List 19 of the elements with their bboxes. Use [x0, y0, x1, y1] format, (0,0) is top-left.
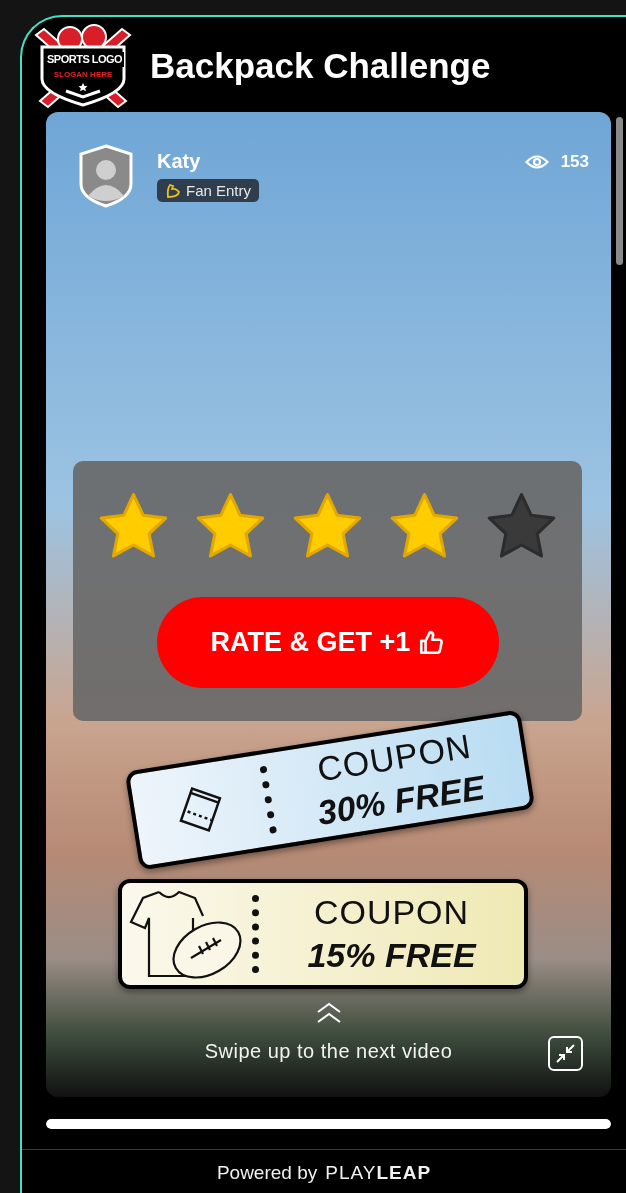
coupon-label: COUPON: [313, 893, 470, 932]
app-title: Backpack Challenge: [150, 45, 491, 86]
thumbs-up-icon: [418, 629, 445, 656]
view-count: 153: [560, 152, 589, 172]
rate-button[interactable]: RATE & GET +1: [156, 597, 499, 688]
logo-slogan: SLOGAN HERE: [52, 69, 114, 79]
flexed-arm-icon: [165, 182, 181, 199]
collapse-icon[interactable]: [548, 1036, 583, 1071]
powered-by-text: Powered by: [216, 1162, 318, 1184]
brand-logo[interactable]: PLAYLEAP: [325, 1162, 432, 1184]
perforation-line: [259, 765, 278, 834]
coupon-card[interactable]: COUPON 15% FREE: [118, 879, 528, 989]
author-name: Katy: [157, 150, 202, 173]
scrollbar[interactable]: [616, 117, 623, 265]
swipe-hint: Swipe up to the next video: [204, 1040, 453, 1063]
eye-icon: [524, 153, 549, 171]
fan-entry-badge: Fan Entry: [157, 179, 260, 202]
shirt-and-football-icon: [129, 888, 245, 980]
coupon-discount: 15% FREE: [307, 936, 476, 975]
